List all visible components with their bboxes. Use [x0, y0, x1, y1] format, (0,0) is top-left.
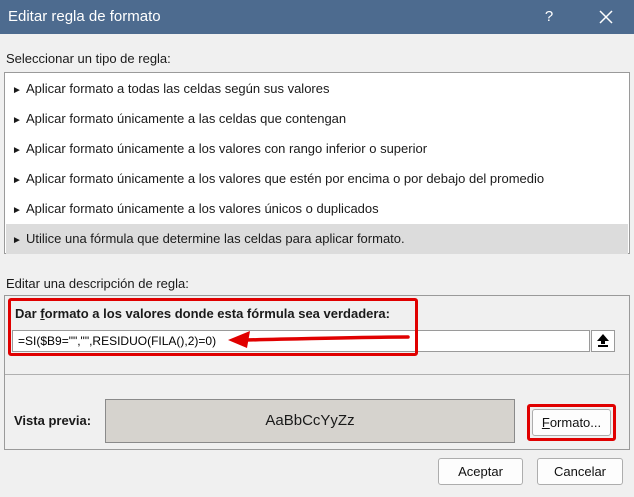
close-icon[interactable] [594, 5, 618, 29]
arrow-right-icon: ► [12, 145, 22, 156]
rule-type-list[interactable]: ► Aplicar formato a todas las celdas segú… [4, 72, 630, 254]
arrow-right-icon: ► [12, 115, 22, 126]
rule-item-all-cells[interactable]: ► Aplicar formato a todas las celdas segú… [6, 74, 628, 104]
ok-button[interactable]: Aceptar [438, 458, 523, 485]
collapse-dialog-button[interactable] [591, 330, 615, 352]
help-button[interactable]: ? [537, 5, 561, 29]
arrow-right-icon: ► [12, 205, 22, 216]
annotation-arrow-icon [228, 331, 410, 348]
window-title: Editar regla de formato [8, 8, 161, 25]
divider [5, 374, 629, 375]
preview-label: Vista previa: [14, 413, 92, 428]
highlight-frame-format-button [527, 404, 616, 441]
rule-item-top-bottom[interactable]: ► Aplicar formato únicamente a los valore… [6, 134, 628, 164]
rule-item-unique-duplicate[interactable]: ► Aplicar formato únicamente a los valore… [6, 194, 628, 224]
arrow-right-icon: ► [12, 235, 22, 246]
arrow-right-icon: ► [12, 85, 22, 96]
preview-sample: AaBbCcYyZz [105, 399, 515, 443]
title-bar: Editar regla de formato ? [0, 0, 634, 34]
arrow-right-icon: ► [12, 175, 22, 186]
rule-type-label: Seleccionar un tipo de regla: [6, 51, 171, 66]
rule-description-label: Editar una descripción de regla: [6, 276, 189, 291]
collapse-arrow-icon [597, 334, 609, 347]
cancel-button[interactable]: Cancelar [537, 458, 623, 485]
rule-item-formula[interactable]: ► Utilice una fórmula que determine las c… [6, 224, 628, 254]
rule-item-average[interactable]: ► Aplicar formato únicamente a los valore… [6, 164, 628, 194]
rule-item-contain[interactable]: ► Aplicar formato únicamente a las celdas… [6, 104, 628, 134]
